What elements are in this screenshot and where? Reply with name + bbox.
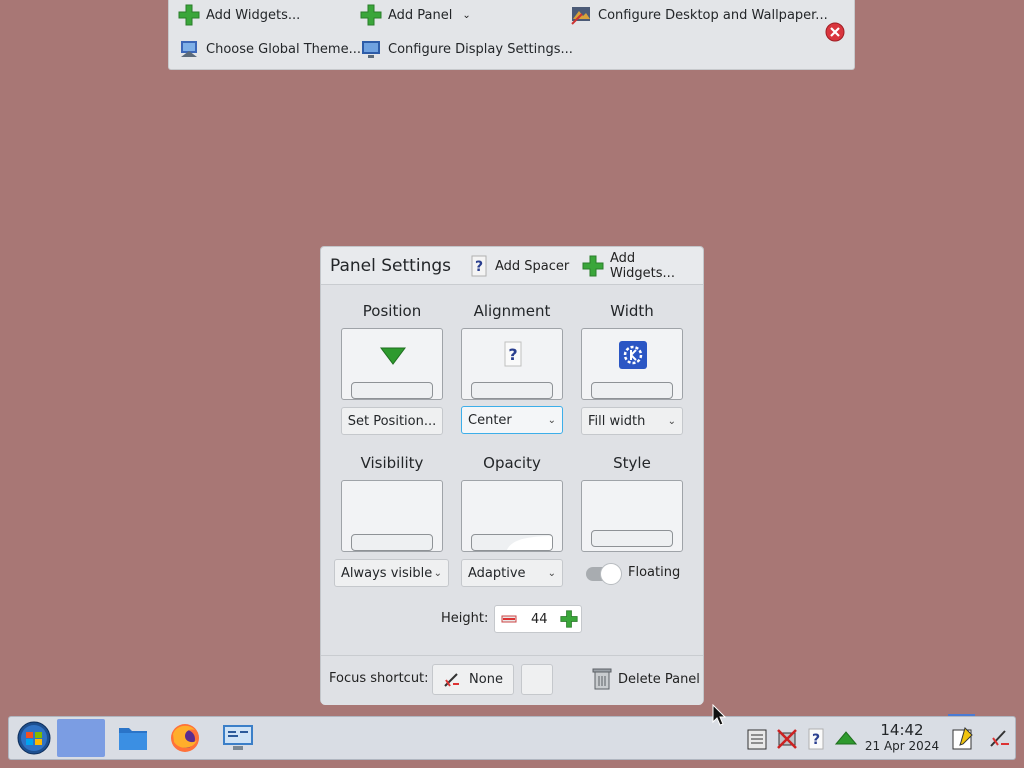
shortcut-icon (443, 672, 461, 688)
alignment-title: Alignment (473, 302, 551, 320)
firefox-icon[interactable] (169, 722, 201, 754)
help-icon: ? (469, 255, 489, 277)
active-task-highlight[interactable] (57, 719, 105, 757)
mouse-cursor-icon (712, 704, 726, 726)
network-disconnected-icon[interactable] (775, 727, 799, 751)
clear-shortcut-button[interactable] (521, 664, 553, 695)
plus-icon (582, 255, 604, 277)
panel-bar-preview (351, 534, 433, 551)
svg-text:?: ? (508, 345, 517, 364)
visibility-title: Visibility (360, 454, 424, 472)
chevron-down-icon: ⌄ (547, 567, 556, 579)
plus-icon (178, 4, 200, 26)
toggle-knob (600, 563, 622, 585)
trash-icon (592, 667, 612, 691)
focus-shortcut-label: Focus shortcut: (329, 671, 429, 686)
style-preview (581, 480, 683, 552)
kde-logo-icon (618, 340, 648, 370)
chevron-down-icon: ⌄ (667, 415, 676, 427)
minus-icon[interactable] (501, 612, 517, 626)
visibility-select[interactable]: Always visible ⌄ (334, 559, 449, 587)
width-select[interactable]: Fill width ⌄ (581, 407, 683, 435)
taskbar: ? 14:42 21 Apr 2024 (8, 716, 1016, 760)
arrow-up-icon[interactable] (835, 730, 857, 746)
width-preview (581, 328, 683, 400)
style-title: Style (613, 454, 651, 472)
plus-icon[interactable] (560, 610, 578, 628)
panel-bar-preview (591, 530, 673, 547)
floating-label: Floating (628, 565, 681, 580)
panel-settings-title: Panel Settings (330, 256, 451, 276)
clipboard-icon[interactable] (745, 727, 769, 751)
width-title: Width (610, 302, 654, 320)
help-icon[interactable]: ? (807, 727, 825, 751)
svg-text:?: ? (475, 259, 483, 275)
panel-config-icon[interactable] (989, 728, 1011, 748)
help-icon: ? (502, 341, 524, 367)
visibility-preview (341, 480, 443, 552)
configure-desktop-button[interactable]: Configure Desktop and Wallpaper... (570, 2, 828, 28)
clock-time: 14:42 (880, 721, 924, 739)
folder-icon[interactable] (117, 723, 149, 753)
chevron-down-icon: ⌄ (547, 414, 556, 426)
opacity-select[interactable]: Adaptive ⌄ (461, 559, 563, 587)
panel-settings-header: Panel Settings ? Add Spacer Add Widgets.… (321, 247, 703, 285)
svg-text:?: ? (812, 732, 820, 748)
desktop-settings-icon (570, 4, 592, 26)
system-settings-icon[interactable] (221, 723, 255, 753)
focus-shortcut-button[interactable]: None (432, 664, 514, 695)
chevron-down-icon: ⌄ (433, 567, 442, 579)
plus-icon (360, 4, 382, 26)
theme-icon (178, 38, 200, 60)
opacity-title: Opacity (483, 454, 541, 472)
add-widgets-button[interactable]: Add Widgets... (178, 2, 300, 28)
add-spacer-button[interactable]: ? Add Spacer (469, 253, 569, 279)
add-widgets-panel-button[interactable]: Add Widgets... (582, 251, 703, 281)
configure-display-button[interactable]: Configure Display Settings... (360, 36, 573, 62)
edit-mode-toolbar: Add Widgets... Add Panel ⌄ Configure Des… (168, 0, 855, 70)
choose-global-theme-button[interactable]: Choose Global Theme... (178, 36, 361, 62)
alignment-preview: ? (461, 328, 563, 400)
floating-toggle[interactable] (586, 563, 624, 585)
close-icon[interactable] (825, 22, 845, 42)
delete-panel-button[interactable]: Delete Panel (592, 667, 700, 691)
clock-date: 21 Apr 2024 (864, 739, 940, 753)
start-menu-icon[interactable] (17, 721, 51, 755)
display-icon (360, 38, 382, 60)
alignment-select[interactable]: Center ⌄ (461, 406, 563, 434)
panel-bar-preview (591, 382, 673, 399)
position-title: Position (362, 302, 422, 320)
height-label: Height: (441, 611, 489, 626)
height-spinbox[interactable]: 44 (494, 605, 582, 633)
arrow-down-icon (380, 347, 406, 365)
panel-bar-preview (471, 534, 553, 551)
height-value[interactable]: 44 (531, 612, 548, 627)
add-panel-button[interactable]: Add Panel ⌄ (360, 2, 471, 28)
panel-bar-preview (471, 382, 553, 399)
chevron-down-icon: ⌄ (462, 9, 471, 21)
panel-bar-preview (351, 382, 433, 399)
opacity-preview (461, 480, 563, 552)
set-position-button[interactable]: Set Position... (341, 407, 443, 435)
clock[interactable]: 14:42 21 Apr 2024 (861, 721, 943, 754)
position-preview (341, 328, 443, 400)
notes-icon[interactable] (950, 726, 976, 752)
